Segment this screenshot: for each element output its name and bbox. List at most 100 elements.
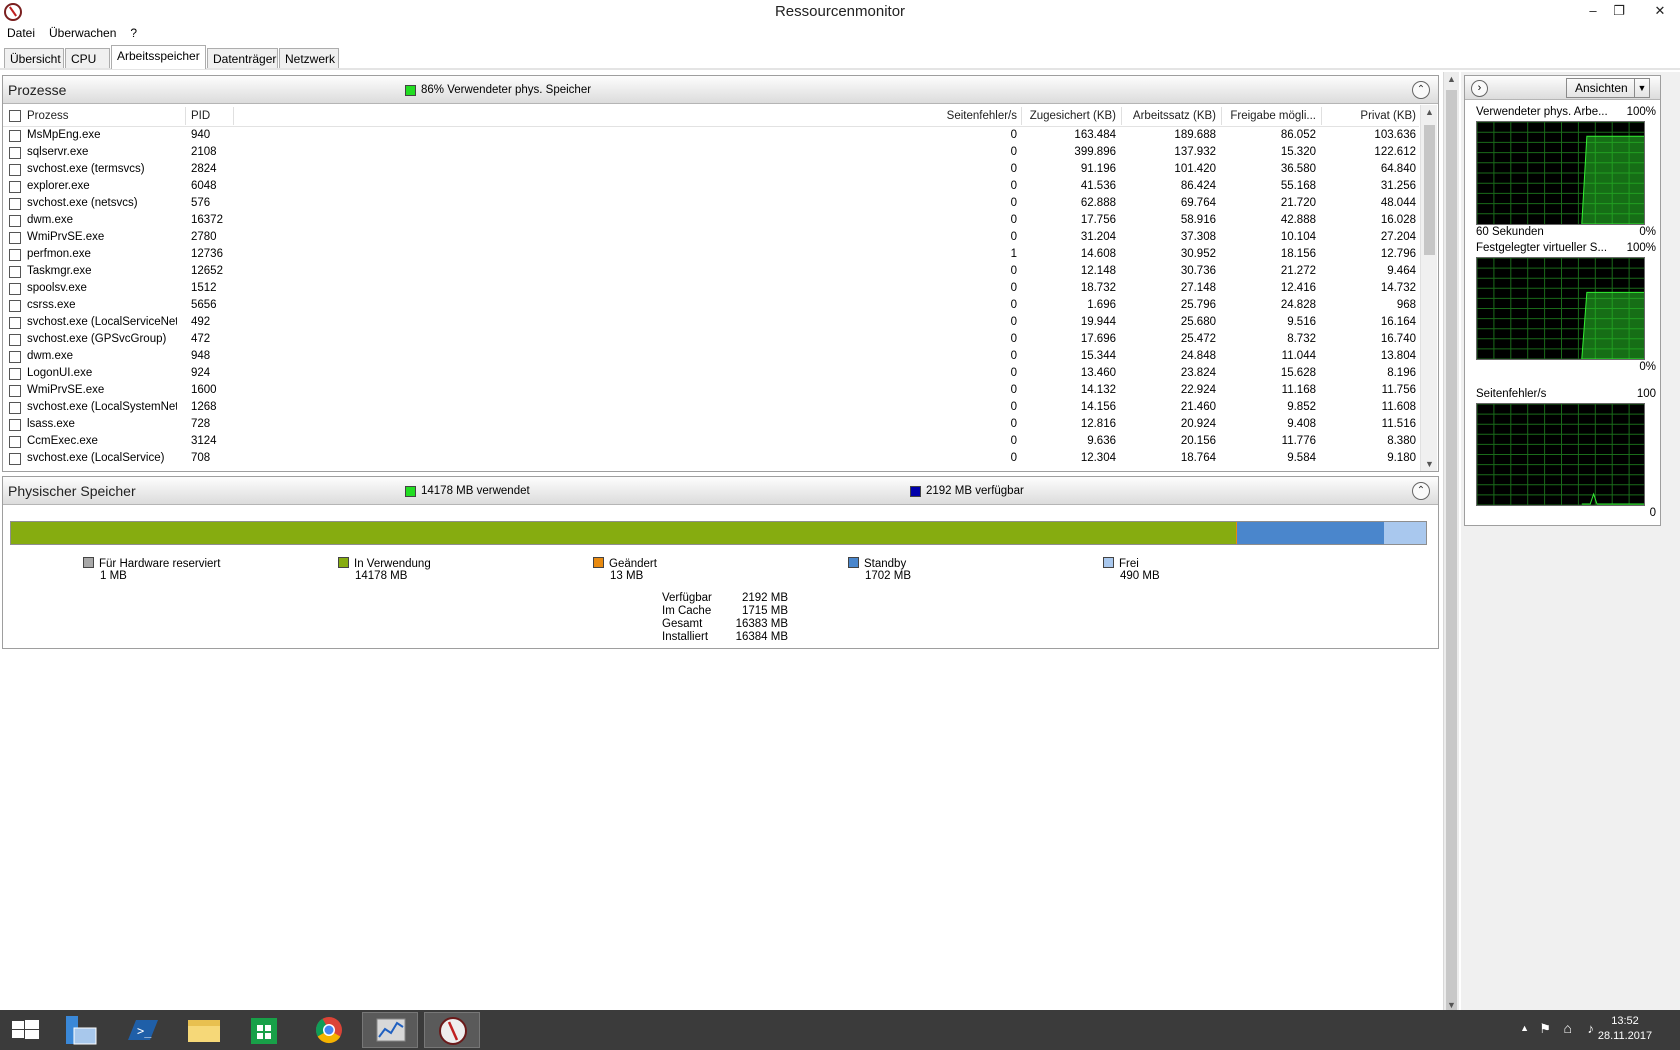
column-header-freigabe[interactable]: Freigabe mögli... (1223, 108, 1316, 125)
row-checkbox[interactable] (9, 317, 21, 329)
table-row[interactable]: lsass.exe 728 0 12.816 20.924 9.408 11.516 (3, 416, 1419, 433)
cell-shareable: 18.156 (1280, 248, 1316, 260)
collapse-processes-button[interactable]: ⌃ (1412, 81, 1430, 99)
row-checkbox[interactable] (9, 266, 21, 278)
row-checkbox[interactable] (9, 164, 21, 176)
scroll-up-arrow-icon[interactable]: ▲ (1447, 74, 1456, 84)
table-row[interactable]: CcmExec.exe 3124 0 9.636 20.156 11.776 8.380 (3, 433, 1419, 450)
menu-datei[interactable]: Datei (0, 24, 42, 44)
table-row[interactable]: svchost.exe (GPSvcGroup) 472 0 17.696 25.472… (3, 331, 1419, 348)
table-row[interactable]: LogonUI.exe 924 0 13.460 23.824 15.628 8.196 (3, 365, 1419, 382)
table-row[interactable]: svchost.exe (LocalServiceNet... 492 0 19.94… (3, 314, 1419, 331)
file-explorer-icon[interactable] (176, 1012, 232, 1048)
column-divider[interactable] (1121, 107, 1122, 125)
server-manager-icon[interactable] (52, 1012, 108, 1048)
row-checkbox[interactable] (9, 232, 21, 244)
row-checkbox[interactable] (9, 130, 21, 142)
views-dropdown[interactable]: Ansichten ▼ (1566, 78, 1650, 98)
memory-bar-segment (1383, 522, 1426, 544)
chevron-down-icon[interactable]: ▼ (1634, 79, 1649, 97)
cell-shareable: 10.104 (1280, 231, 1316, 243)
table-row[interactable]: explorer.exe 6048 0 41.536 86.424 55.168 31.25… (3, 178, 1419, 195)
scrollbar-thumb[interactable] (1446, 90, 1457, 1010)
column-divider[interactable] (233, 107, 234, 125)
network-icon[interactable]: ⌂ (1564, 1020, 1572, 1036)
row-checkbox[interactable] (9, 300, 21, 312)
process-table-scrollbar[interactable]: ▲ ▼ (1420, 105, 1437, 471)
row-checkbox[interactable] (9, 351, 21, 363)
table-row[interactable]: csrss.exe 5656 0 1.696 25.796 24.828 968 (3, 297, 1419, 314)
clock[interactable]: 13:52 28.11.2017 (1594, 1014, 1656, 1044)
cell-working-set: 25.680 (1180, 316, 1216, 328)
row-checkbox[interactable] (9, 215, 21, 227)
column-header-pid[interactable]: PID (191, 108, 231, 125)
table-row[interactable]: perfmon.exe 12736 1 14.608 30.952 18.156 12.79… (3, 246, 1419, 263)
column-header-zugesichert[interactable]: Zugesichert (KB) (1023, 108, 1116, 125)
cell-private: 968 (1396, 299, 1416, 311)
row-checkbox[interactable] (9, 147, 21, 159)
table-row[interactable]: svchost.exe (LocalSystemNet... 1268 0 14.15… (3, 399, 1419, 416)
row-checkbox[interactable] (9, 436, 21, 448)
column-divider[interactable] (1021, 107, 1022, 125)
show-hidden-icons-icon[interactable]: ▲ (1520, 1023, 1529, 1033)
table-row[interactable]: dwm.exe 948 0 15.344 24.848 11.044 13.804 (3, 348, 1419, 365)
collapse-physical-memory-button[interactable]: ⌃ (1412, 482, 1430, 500)
chevron-right-icon[interactable]: › (1471, 80, 1488, 97)
column-header-arbeitssatz[interactable]: Arbeitssatz (KB) (1123, 108, 1216, 125)
windows-start-icon[interactable] (0, 1012, 56, 1048)
tab-netzwerk[interactable]: Netzwerk (279, 48, 339, 68)
action-center-flag-icon[interactable]: ⚑ (1539, 1021, 1551, 1037)
column-header-seitenfehler[interactable]: Seitenfehler/s (903, 108, 1017, 125)
scroll-down-arrow-icon[interactable]: ▼ (1425, 459, 1434, 469)
table-row[interactable]: svchost.exe (netsvcs) 576 0 62.888 69.764 21.… (3, 195, 1419, 212)
row-checkbox[interactable] (9, 385, 21, 397)
column-divider[interactable] (1321, 107, 1322, 125)
table-row[interactable]: spoolsv.exe 1512 0 18.732 27.148 12.416 14.732 (3, 280, 1419, 297)
column-header-prozess[interactable]: Prozess (27, 108, 177, 125)
powershell-icon[interactable]: >_ (114, 1012, 170, 1048)
column-header-privat[interactable]: Privat (KB) (1323, 108, 1416, 125)
table-row[interactable]: svchost.exe (termsvcs) 2824 0 91.196 101.420… (3, 161, 1419, 178)
table-row[interactable]: WmiPrvSE.exe 1600 0 14.132 22.924 11.168 11.75… (3, 382, 1419, 399)
restore-button[interactable]: ❐ (1605, 0, 1633, 22)
physical-memory-panel-header[interactable]: Physischer Speicher 14178 MB verwendet 2… (3, 477, 1438, 505)
tab-arbeitsspeicher[interactable]: Arbeitsspeicher (111, 45, 206, 69)
chrome-icon[interactable] (300, 1012, 356, 1048)
table-row[interactable]: svchost.exe (LocalService) 708 0 12.304 18.7… (3, 450, 1419, 467)
table-row[interactable]: Taskmgr.exe 12652 0 12.148 30.736 21.272 9.464 (3, 263, 1419, 280)
resource-monitor-icon[interactable] (424, 1012, 480, 1048)
scroll-down-arrow-icon[interactable]: ▼ (1447, 1000, 1456, 1010)
row-checkbox[interactable] (9, 181, 21, 193)
row-checkbox[interactable] (9, 249, 21, 261)
row-checkbox[interactable] (9, 368, 21, 380)
processes-panel-header[interactable]: Prozesse 86% Verwendeter phys. Speicher … (3, 76, 1438, 104)
perfmon-icon[interactable] (362, 1012, 418, 1048)
table-row[interactable]: dwm.exe 16372 0 17.756 58.916 42.888 16.028 (3, 212, 1419, 229)
column-divider[interactable] (1221, 107, 1222, 125)
row-checkbox[interactable] (9, 283, 21, 295)
select-all-checkbox[interactable] (9, 110, 21, 122)
cell-page-faults: 0 (1010, 146, 1017, 158)
scroll-up-arrow-icon[interactable]: ▲ (1425, 107, 1434, 117)
table-row[interactable]: MsMpEng.exe 940 0 163.484 189.688 86.052 103.6… (3, 127, 1419, 144)
store-icon[interactable] (238, 1012, 294, 1048)
table-row[interactable]: sqlservr.exe 2108 0 399.896 137.932 15.320 122… (3, 144, 1419, 161)
close-button[interactable]: ✕ (1646, 0, 1674, 22)
row-checkbox[interactable] (9, 453, 21, 465)
cell-pid: 940 (191, 129, 211, 141)
menu-ueberwachen[interactable]: Überwachen (42, 24, 123, 44)
table-row[interactable]: WmiPrvSE.exe 2780 0 31.204 37.308 10.104 27.20… (3, 229, 1419, 246)
scrollbar-thumb[interactable] (1424, 125, 1435, 255)
tab-uebersicht[interactable]: Übersicht (4, 48, 64, 68)
minimize-button[interactable]: – (1579, 0, 1607, 22)
row-checkbox[interactable] (9, 402, 21, 414)
main-scrollbar[interactable]: ▲ ▼ (1443, 72, 1459, 1012)
row-checkbox[interactable] (9, 334, 21, 346)
row-checkbox[interactable] (9, 198, 21, 210)
menu-help[interactable]: ? (123, 24, 144, 44)
row-checkbox[interactable] (9, 419, 21, 431)
tab-cpu[interactable]: CPU (65, 48, 110, 68)
column-divider[interactable] (185, 107, 186, 125)
tab-datentraeger[interactable]: Datenträger (207, 48, 278, 68)
graph-footer-left: 60 Sekunden (1476, 226, 1544, 238)
